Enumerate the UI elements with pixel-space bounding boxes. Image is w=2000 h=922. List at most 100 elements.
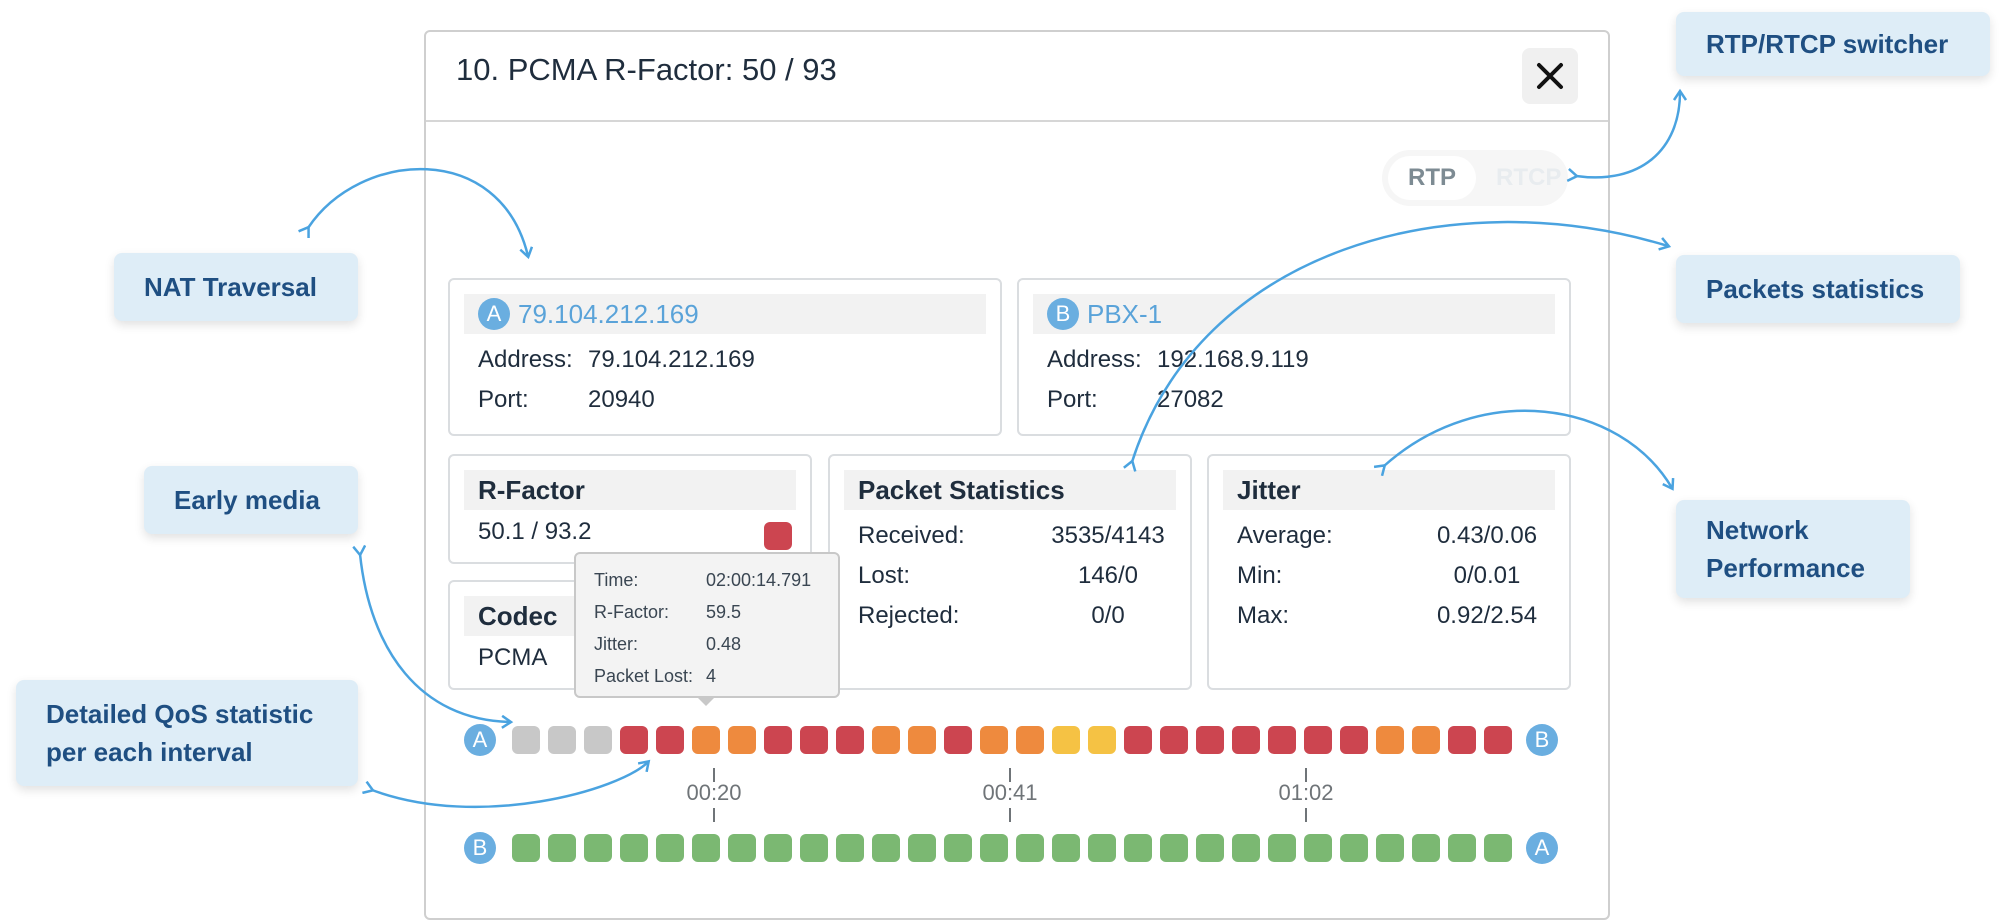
stat-row: Min: 0/0.01 xyxy=(1237,556,1569,596)
interval-square-orange[interactable] xyxy=(1376,726,1404,754)
interval-square-green[interactable] xyxy=(1376,834,1404,862)
interval-square-green[interactable] xyxy=(620,834,648,862)
rtp-tab[interactable]: RTP xyxy=(1388,156,1476,200)
callout-detailed-qos: Detailed QoS statistic per each interval xyxy=(16,680,358,786)
interval-square-green[interactable] xyxy=(1160,834,1188,862)
interval-square-yellow[interactable] xyxy=(1088,726,1116,754)
interval-square-red[interactable] xyxy=(620,726,648,754)
rfactor-title: R-Factor xyxy=(464,470,796,510)
interval-square-green[interactable] xyxy=(908,834,936,862)
interval-square-green[interactable] xyxy=(1340,834,1368,862)
interval-square-orange[interactable] xyxy=(1412,726,1440,754)
interval-square-green[interactable] xyxy=(872,834,900,862)
tooltip-jitter-label: Jitter: xyxy=(594,633,639,654)
interval-square-orange[interactable] xyxy=(692,726,720,754)
endpoint-b-card: B PBX-1 Address: 192.168.9.119 Port: 27082 xyxy=(1017,278,1571,436)
rfactor-card: R-Factor 50.1 / 93.2 xyxy=(448,454,812,564)
max-value: 0.92/2.54 xyxy=(1436,602,1538,629)
interval-square-yellow[interactable] xyxy=(1052,726,1080,754)
tooltip-rfactor-label: R-Factor: xyxy=(594,601,670,622)
interval-square-green[interactable] xyxy=(944,834,972,862)
interval-square-green[interactable] xyxy=(728,834,756,862)
callout-early-media: Early media xyxy=(144,466,358,534)
received-value: 3535/4143 xyxy=(1051,522,1165,549)
interval-square-red[interactable] xyxy=(1232,726,1260,754)
interval-square-red[interactable] xyxy=(1268,726,1296,754)
interval-square-red[interactable] xyxy=(1196,726,1224,754)
interval-square-green[interactable] xyxy=(1232,834,1260,862)
interval-square-red[interactable] xyxy=(1448,726,1476,754)
endpoint-a-name[interactable]: 79.104.212.169 xyxy=(518,299,699,330)
interval-square-orange[interactable] xyxy=(908,726,936,754)
interval-square-green[interactable] xyxy=(692,834,720,862)
interval-square-red[interactable] xyxy=(1124,726,1152,754)
tooltip-rfactor-value: 59.5 xyxy=(706,601,742,622)
interval-tooltip: Time: 02:00:14.791 R-Factor: 59.5 Jitter: 0… xyxy=(574,552,840,698)
packet-statistics-title: Packet Statistics xyxy=(844,470,1176,510)
interval-square-green[interactable] xyxy=(764,834,792,862)
interval-square-red[interactable] xyxy=(836,726,864,754)
endpoint-a-card: A 79.104.212.169 Address: 79.104.212.169 … xyxy=(448,278,1002,436)
interval-square-green[interactable] xyxy=(584,834,612,862)
interval-square-gray[interactable] xyxy=(548,726,576,754)
interval-square-red[interactable] xyxy=(1484,726,1512,754)
interval-square-green[interactable] xyxy=(1052,834,1080,862)
modal-header: 10. PCMA R-Factor: 50 / 93 xyxy=(426,32,1608,122)
interval-square-green[interactable] xyxy=(1484,834,1512,862)
interval-square-orange[interactable] xyxy=(872,726,900,754)
endpoint-b-name[interactable]: PBX-1 xyxy=(1087,299,1162,330)
max-label: Max: xyxy=(1237,602,1290,629)
interval-square-red[interactable] xyxy=(764,726,792,754)
interval-square-green[interactable] xyxy=(1448,834,1476,862)
tick-label: 00:20 xyxy=(686,780,742,805)
interval-square-green[interactable] xyxy=(1268,834,1296,862)
interval-square-gray[interactable] xyxy=(584,726,612,754)
interval-square-red[interactable] xyxy=(944,726,972,754)
interval-square-orange[interactable] xyxy=(1016,726,1044,754)
timeline-a-start-badge: A xyxy=(464,724,496,756)
interval-square-gray[interactable] xyxy=(512,726,540,754)
interval-square-red[interactable] xyxy=(1160,726,1188,754)
port-label: Port: xyxy=(478,386,529,413)
timeline-row-a: A B xyxy=(464,724,1558,756)
received-label: Received: xyxy=(858,522,965,549)
min-label: Min: xyxy=(1237,562,1283,589)
interval-square-green[interactable] xyxy=(800,834,828,862)
packet-statistics-card: Packet Statistics Received: 3535/4143 Los… xyxy=(828,454,1192,690)
lost-label: Lost: xyxy=(858,562,911,589)
interval-square-green[interactable] xyxy=(1196,834,1224,862)
interval-square-red[interactable] xyxy=(1340,726,1368,754)
interval-square-orange[interactable] xyxy=(728,726,756,754)
interval-square-green[interactable] xyxy=(1124,834,1152,862)
stat-row: Received: 3535/4143 xyxy=(858,516,1190,556)
interval-square-green[interactable] xyxy=(836,834,864,862)
jitter-title: Jitter xyxy=(1223,470,1555,510)
endpoint-a-badge: A xyxy=(478,298,510,330)
address-label: Address: xyxy=(1047,346,1142,373)
interval-square-green[interactable] xyxy=(1016,834,1044,862)
close-button[interactable] xyxy=(1522,48,1578,104)
rtcp-tab[interactable]: RTCP xyxy=(1476,156,1581,200)
interval-square-green[interactable] xyxy=(1412,834,1440,862)
interval-square-red[interactable] xyxy=(656,726,684,754)
interval-square-green[interactable] xyxy=(548,834,576,862)
rejected-label: Rejected: xyxy=(858,602,960,629)
interval-square-orange[interactable] xyxy=(980,726,1008,754)
rfactor-status-indicator xyxy=(764,522,792,550)
stat-row: Lost: 146/0 xyxy=(858,556,1190,596)
port-label: Port: xyxy=(1047,386,1098,413)
interval-square-green[interactable] xyxy=(1304,834,1332,862)
interval-square-green[interactable] xyxy=(512,834,540,862)
tick-label: 00:41 xyxy=(982,780,1038,805)
interval-square-green[interactable] xyxy=(656,834,684,862)
callout-detailed-qos-line2: per each interval xyxy=(46,737,253,767)
tick-mark xyxy=(713,808,715,822)
interval-square-green[interactable] xyxy=(1088,834,1116,862)
tooltip-packet-lost-value: 4 xyxy=(706,665,717,686)
stat-row: Max: 0.92/2.54 xyxy=(1237,596,1569,636)
interval-square-green[interactable] xyxy=(980,834,1008,862)
callout-network-performance-line1: Network xyxy=(1706,515,1809,545)
interval-square-red[interactable] xyxy=(1304,726,1332,754)
modal-title: 10. PCMA R-Factor: 50 / 93 xyxy=(456,52,837,87)
interval-square-red[interactable] xyxy=(800,726,828,754)
